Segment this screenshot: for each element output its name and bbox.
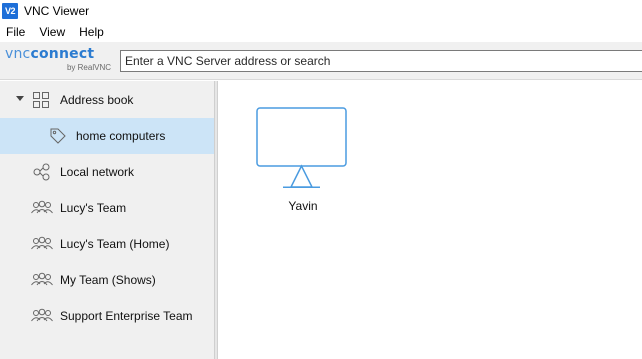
computers-pane: Yavin [219, 81, 642, 359]
vnc-connect-logo: vncconnect by RealVNC [5, 47, 115, 77]
logo-byline: by RealVNC [66, 63, 111, 72]
logo-vnc-text: vnc [5, 46, 31, 62]
sidebar-item-address-book[interactable]: Address book [0, 82, 214, 118]
sidebar-splitter[interactable] [215, 81, 218, 359]
network-icon [32, 162, 52, 182]
menu-help[interactable]: Help [72, 25, 111, 39]
toolbar: vncconnect by RealVNC [0, 42, 642, 80]
team-icon [30, 271, 54, 289]
sidebar-item-support-enterprise-team[interactable]: Support Enterprise Team [0, 298, 214, 334]
server-search-input[interactable] [120, 50, 642, 72]
sidebar-item-lucys-team-home[interactable]: Lucy's Team (Home) [0, 226, 214, 262]
sidebar-item-lucys-team[interactable]: Lucy's Team [0, 190, 214, 226]
window-title: VNC Viewer [24, 4, 90, 18]
vnc-app-icon: V2 [2, 3, 18, 19]
sidebar-item-label: home computers [76, 129, 166, 143]
menu-view[interactable]: View [32, 25, 72, 39]
expand-caret-icon[interactable] [16, 96, 24, 101]
team-icon [30, 307, 54, 325]
grid-icon [32, 91, 50, 109]
team-icon [30, 199, 54, 217]
logo-wordmark: vncconnect [5, 47, 115, 61]
sidebar: Address book home computers Local networ… [0, 81, 215, 359]
sidebar-item-label: Support Enterprise Team [60, 309, 193, 323]
team-icon [30, 235, 54, 253]
sidebar-item-label: Address book [60, 93, 134, 107]
menu-bar: File View Help [0, 22, 642, 42]
sidebar-item-label: Lucy's Team (Home) [60, 237, 170, 251]
sidebar-item-local-network[interactable]: Local network [0, 154, 214, 190]
sidebar-item-label: Lucy's Team [60, 201, 127, 215]
menu-file[interactable]: File [0, 25, 32, 39]
tag-icon [49, 127, 67, 145]
sidebar-item-home-computers[interactable]: home computers [0, 118, 214, 154]
sidebar-item-my-team-shows[interactable]: My Team (Shows) [0, 262, 214, 298]
computer-tile-yavin[interactable]: Yavin [255, 105, 351, 217]
logo-connect-text: connect [30, 46, 95, 62]
monitor-icon [255, 105, 351, 192]
computer-name: Yavin [288, 199, 318, 213]
sidebar-item-label: Local network [60, 165, 135, 179]
title-bar: V2 VNC Viewer [0, 0, 642, 22]
sidebar-item-label: My Team (Shows) [60, 273, 156, 287]
